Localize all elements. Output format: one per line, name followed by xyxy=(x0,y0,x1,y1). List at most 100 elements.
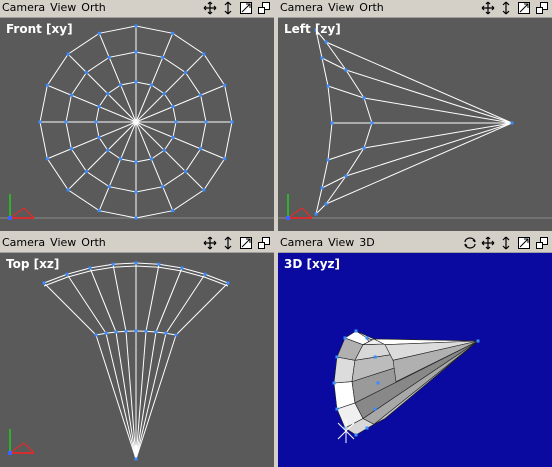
wire-edge xyxy=(135,121,205,191)
wire-edge xyxy=(327,122,333,161)
vertex-point xyxy=(134,160,138,164)
view-menu[interactable]: View xyxy=(50,0,76,16)
projection-menu[interactable]: Orth xyxy=(81,0,105,16)
vertex-point xyxy=(171,135,175,139)
vertex-point xyxy=(149,83,153,87)
viewport-3d[interactable]: Camera View 3D 3D [xyz] xyxy=(278,235,552,467)
vertex-point xyxy=(107,55,111,59)
maximize-icon[interactable] xyxy=(239,236,253,250)
axis-x xyxy=(23,442,35,454)
axis-origin xyxy=(286,216,290,220)
maximize-icon[interactable] xyxy=(517,1,531,15)
axis-x xyxy=(23,207,35,219)
vertex-point xyxy=(65,272,69,276)
vertex-point xyxy=(107,185,111,189)
vertex-point xyxy=(104,331,108,335)
vertex-point xyxy=(114,330,118,334)
camera-menu[interactable]: Camera xyxy=(2,235,45,251)
vertex-point xyxy=(85,169,89,173)
restore-icon[interactable] xyxy=(257,1,271,15)
wire-edge xyxy=(135,331,157,460)
wire-edge xyxy=(95,334,137,460)
camera-menu[interactable]: Camera xyxy=(2,0,45,16)
wire-edge xyxy=(345,69,365,99)
vertex-point xyxy=(324,40,328,44)
view-menu[interactable]: View xyxy=(328,235,354,251)
viewport-label: Front [xy] xyxy=(6,22,73,36)
view-menu[interactable]: View xyxy=(328,0,354,16)
vertex-point xyxy=(510,121,514,125)
restore-icon[interactable] xyxy=(535,236,549,250)
vertex-point xyxy=(119,83,123,87)
model-face xyxy=(333,356,356,384)
vertex-point xyxy=(365,426,369,430)
vertex-point xyxy=(199,147,203,151)
move-icon[interactable] xyxy=(481,236,495,250)
viewport-label: 3D [xyz] xyxy=(284,257,341,271)
vertex-point xyxy=(154,330,158,334)
vertex-point xyxy=(320,56,324,60)
vertex-point xyxy=(203,272,207,276)
restore-icon[interactable] xyxy=(257,236,271,250)
vertex-point xyxy=(45,83,49,87)
axis-x xyxy=(287,207,303,219)
move-icon[interactable] xyxy=(481,1,495,15)
wire-edge xyxy=(321,57,347,71)
viewport-menu: Camera View Orth xyxy=(280,0,384,16)
viewport-canvas-front[interactable]: Front [xy] xyxy=(0,18,274,231)
maximize-icon[interactable] xyxy=(239,1,253,15)
viewport-front[interactable]: Camera View Orth Front [xy] xyxy=(0,0,274,231)
camera-menu[interactable]: Camera xyxy=(280,0,323,16)
wire-edge xyxy=(155,267,183,333)
vertex-point xyxy=(162,92,166,96)
vertex-point xyxy=(94,120,98,124)
viewport-header: Camera View Orth xyxy=(0,0,274,18)
pan-vertical-icon[interactable] xyxy=(499,236,513,250)
vertex-point xyxy=(38,120,42,124)
move-icon[interactable] xyxy=(203,236,217,250)
wire-edge xyxy=(112,262,137,265)
maximize-icon[interactable] xyxy=(517,236,531,250)
vertex-point xyxy=(202,52,206,56)
move-icon[interactable] xyxy=(203,1,217,15)
camera-menu[interactable]: Camera xyxy=(280,235,323,251)
vertex-point xyxy=(223,83,227,87)
projection-menu[interactable]: 3D xyxy=(359,235,374,251)
viewport-canvas-top[interactable]: Top [xz] xyxy=(0,253,274,467)
axis-x xyxy=(9,207,25,219)
vertex-point xyxy=(199,93,203,97)
pan-vertical-icon[interactable] xyxy=(499,1,513,15)
vertex-point xyxy=(335,355,339,359)
projection-menu[interactable]: Orth xyxy=(81,235,105,251)
vertex-point xyxy=(134,329,138,333)
axis-origin xyxy=(8,216,12,220)
vertex-point xyxy=(149,157,153,161)
vertex-point xyxy=(171,31,175,35)
viewport-top[interactable]: Camera View Orth Top [xz] xyxy=(0,235,274,467)
vertex-point xyxy=(332,381,336,385)
vertex-point xyxy=(134,50,138,54)
wire-edge xyxy=(66,270,91,278)
vertex-point xyxy=(64,120,68,124)
vertex-point xyxy=(344,68,348,72)
viewport-canvas-left[interactable]: Left [zy] xyxy=(278,18,552,231)
restore-icon[interactable] xyxy=(535,1,549,15)
viewport-label: Top [xz] xyxy=(6,257,60,271)
vertex-point xyxy=(94,333,98,337)
wire-edge xyxy=(363,97,513,124)
projection-menu[interactable]: Orth xyxy=(359,0,383,16)
wire-edge xyxy=(321,175,347,189)
viewport-left[interactable]: Camera View Orth Left [zy] xyxy=(278,0,552,231)
vertex-point xyxy=(362,96,366,100)
rotate-icon[interactable] xyxy=(463,236,477,250)
vertex-point xyxy=(171,105,175,109)
vertex-point xyxy=(157,262,161,266)
vertex-point xyxy=(344,174,348,178)
pan-vertical-icon[interactable] xyxy=(221,236,235,250)
viewport-canvas-3d[interactable]: 3D [xyz] xyxy=(278,253,552,467)
wire-edge xyxy=(135,334,177,460)
vertex-point xyxy=(230,120,234,124)
vertex-point xyxy=(66,52,70,56)
pan-vertical-icon[interactable] xyxy=(221,1,235,15)
view-menu[interactable]: View xyxy=(50,235,76,251)
